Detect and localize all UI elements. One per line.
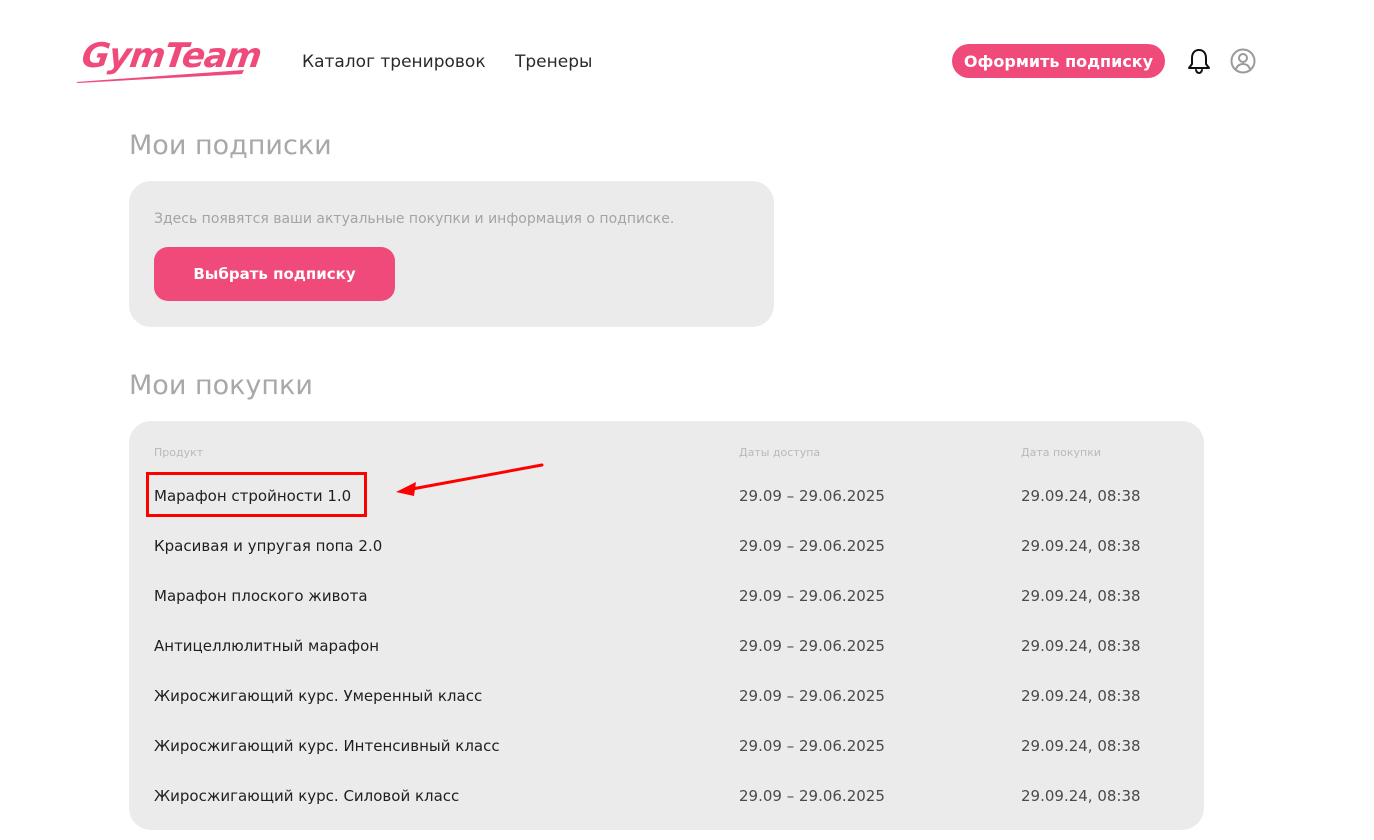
purchase-date: 29.09.24, 08:38	[1021, 637, 1141, 655]
bell-icon[interactable]	[1185, 47, 1213, 75]
gymteam-logo[interactable]: GymTeam	[74, 36, 264, 86]
purchase-date: 29.09.24, 08:38	[1021, 687, 1141, 705]
table-row[interactable]: Антицеллюлитный марафон 29.09 – 29.06.20…	[129, 631, 1204, 661]
access-dates: 29.09 – 29.06.2025	[739, 587, 885, 605]
column-header-access-dates: Даты доступа	[739, 446, 821, 459]
annotation-highlight-box	[146, 472, 367, 517]
choose-subscription-button[interactable]: Выбрать подписку	[154, 247, 395, 301]
nav-catalog-link[interactable]: Каталог тренировок	[302, 52, 486, 72]
purchases-title: Мои покупки	[129, 370, 313, 401]
annotation-arrow-icon	[396, 463, 544, 496]
subscriptions-info-text: Здесь появятся ваши актуальные покупки и…	[154, 211, 675, 227]
access-dates: 29.09 – 29.06.2025	[739, 637, 885, 655]
site-header: GymTeam Каталог тренировок Тренеры Оформ…	[0, 0, 1374, 110]
purchase-date: 29.09.24, 08:38	[1021, 587, 1141, 605]
user-circle-icon[interactable]	[1229, 47, 1257, 75]
access-dates: 29.09 – 29.06.2025	[739, 687, 885, 705]
product-name[interactable]: Марафон плоского живота	[154, 587, 368, 605]
table-row[interactable]: Жиросжигающий курс. Интенсивный класс 29…	[129, 731, 1204, 761]
nav-trainers-link[interactable]: Тренеры	[515, 52, 592, 72]
column-header-product: Продукт	[154, 446, 204, 459]
access-dates: 29.09 – 29.06.2025	[739, 787, 885, 805]
table-row[interactable]: Жиросжигающий курс. Умеренный класс 29.0…	[129, 681, 1204, 711]
purchase-date: 29.09.24, 08:38	[1021, 537, 1141, 555]
access-dates: 29.09 – 29.06.2025	[739, 737, 885, 755]
product-name[interactable]: Жиросжигающий курс. Умеренный класс	[154, 687, 482, 705]
product-name[interactable]: Жиросжигающий курс. Интенсивный класс	[154, 737, 500, 755]
product-name[interactable]: Красивая и упругая попа 2.0	[154, 537, 382, 555]
column-header-purchase-date: Дата покупки	[1021, 446, 1102, 459]
subscribe-button[interactable]: Оформить подписку	[952, 44, 1165, 78]
table-row[interactable]: Красивая и упругая попа 2.0 29.09 – 29.0…	[129, 531, 1204, 561]
subscriptions-card: Здесь появятся ваши актуальные покупки и…	[129, 181, 774, 327]
table-row[interactable]: Жиросжигающий курс. Силовой класс 29.09 …	[129, 781, 1204, 811]
table-row[interactable]: Марафон плоского живота 29.09 – 29.06.20…	[129, 581, 1204, 611]
access-dates: 29.09 – 29.06.2025	[739, 487, 885, 505]
purchase-date: 29.09.24, 08:38	[1021, 737, 1141, 755]
product-name[interactable]: Жиросжигающий курс. Силовой класс	[154, 787, 459, 805]
purchase-date: 29.09.24, 08:38	[1021, 787, 1141, 805]
access-dates: 29.09 – 29.06.2025	[739, 537, 885, 555]
purchase-date: 29.09.24, 08:38	[1021, 487, 1141, 505]
product-name[interactable]: Антицеллюлитный марафон	[154, 637, 379, 655]
subscriptions-title: Мои подписки	[129, 130, 332, 161]
logo-swoosh-icon	[76, 70, 244, 83]
